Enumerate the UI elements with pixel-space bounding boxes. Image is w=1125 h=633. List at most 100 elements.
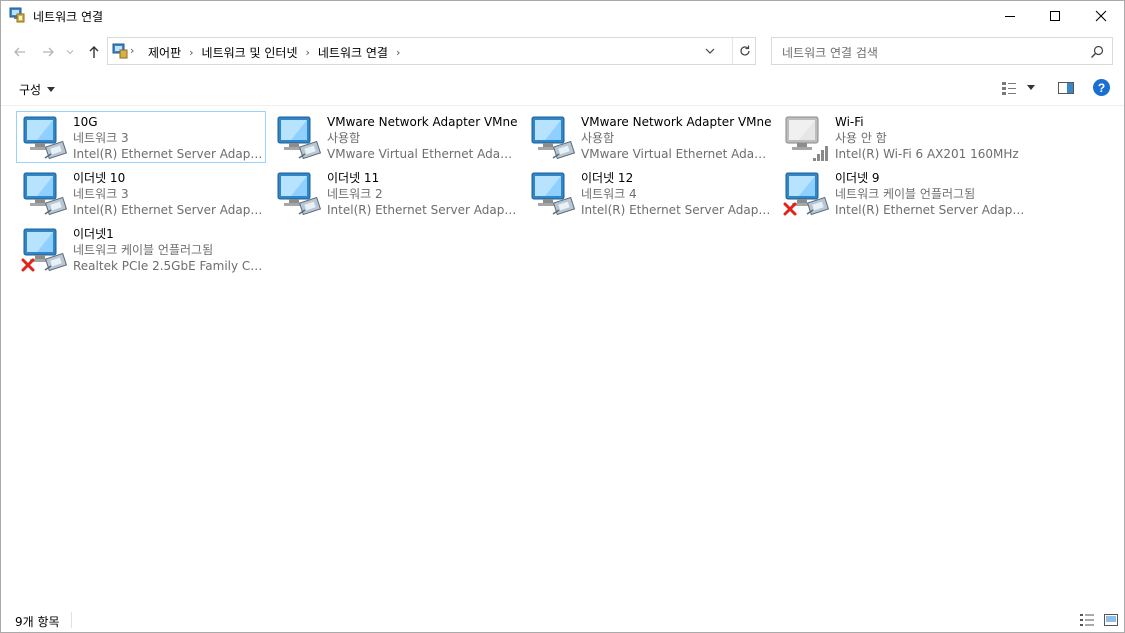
search-icon[interactable]: [1090, 45, 1104, 59]
caret-down-icon: [1027, 85, 1035, 90]
view-options-icon: [1002, 82, 1016, 95]
connection-item[interactable]: 이더넷 12 네트워크 4 Intel(R) Ethernet Server Ada…: [524, 167, 774, 219]
minimize-icon: [1005, 16, 1015, 17]
connection-name: 이더넷 10: [73, 171, 126, 185]
back-button[interactable]: [11, 43, 29, 61]
connection-item[interactable]: 이더넷 10 네트워크 3 Intel(R) Ethernet Server Ada…: [16, 167, 266, 219]
change-view-button[interactable]: [1001, 80, 1035, 96]
preview-pane-icon: [1058, 82, 1074, 94]
status-separator: [71, 612, 72, 628]
connection-status: 사용함: [581, 131, 615, 145]
recent-locations-button[interactable]: [64, 43, 76, 61]
search-box[interactable]: 네트워크 연결 검색: [771, 37, 1113, 65]
connection-item[interactable]: VMware Network Adapter VMnet8 사용함 VMware V…: [524, 111, 774, 163]
large-icons-view-icon: [1104, 614, 1118, 626]
connection-name: 이더넷 12: [581, 171, 634, 185]
connection-device: Intel(R) Ethernet Server Adapter I...: [581, 203, 771, 217]
connection-name: VMware Network Adapter VMnet1: [327, 115, 517, 129]
connection-name: 이더넷1: [73, 227, 114, 241]
connection-status: 네트워크 2: [327, 187, 383, 201]
breadcrumb-network-connections[interactable]: 네트워크 연결: [318, 44, 388, 61]
connection-device: VMware Virtual Ethernet Adapter...: [327, 147, 517, 161]
item-count: 9개 항목: [15, 615, 60, 629]
connection-text: Wi-Fi 사용 안 함 Intel(R) Wi-Fi 6 AX201 160MHz: [835, 114, 1025, 162]
connection-device: Intel(R) Ethernet Server Adapter ...: [73, 147, 263, 161]
ethernet-unplugged-icon: [783, 170, 831, 218]
connection-text: 이더넷1 네트워크 케이블 언플러그됨 Realtek PCIe 2.5GbE Fa…: [73, 226, 263, 274]
window-title: 네트워크 연결: [33, 10, 104, 24]
connection-name: 이더넷 9: [835, 171, 880, 185]
connection-item[interactable]: VMware Network Adapter VMnet1 사용함 VMware V…: [270, 111, 520, 163]
network-connections-icon: [9, 7, 25, 23]
status-bar: 9개 항목: [1, 607, 1124, 632]
title-bar[interactable]: 네트워크 연결: [1, 1, 1124, 31]
maximize-button[interactable]: [1032, 1, 1078, 31]
connection-device: Intel(R) Wi-Fi 6 AX201 160MHz: [835, 147, 1019, 161]
connection-name: Wi-Fi: [835, 115, 864, 129]
connection-status: 네트워크 케이블 언플러그됨: [73, 243, 214, 257]
large-icons-view-button[interactable]: [1103, 613, 1119, 630]
connection-text: 10G 네트워크 3 Intel(R) Ethernet Server Adapte…: [73, 114, 263, 162]
connection-text: 이더넷 12 네트워크 4 Intel(R) Ethernet Server Ada…: [581, 170, 771, 218]
connection-name: VMware Network Adapter VMnet8: [581, 115, 771, 129]
connection-text: 이더넷 10 네트워크 3 Intel(R) Ethernet Server Ada…: [73, 170, 263, 218]
breadcrumb-network-and-internet[interactable]: 네트워크 및 인터넷: [202, 44, 298, 61]
connection-text: 이더넷 11 네트워크 2 Intel(R) Ethernet Server Ada…: [327, 170, 517, 218]
address-bar[interactable]: › 제어판 › 네트워크 및 인터넷 › 네트워크 연결 ›: [107, 37, 756, 65]
breadcrumb-root-separator[interactable]: ›: [130, 44, 134, 57]
search-input[interactable]: 네트워크 연결 검색: [782, 44, 878, 61]
chevron-down-icon: [705, 48, 715, 54]
connection-name: 10G: [73, 115, 98, 129]
details-view-button[interactable]: [1079, 613, 1095, 630]
connection-item[interactable]: 이더넷1 네트워크 케이블 언플러그됨 Realtek PCIe 2.5GbE Fa…: [16, 223, 266, 275]
connection-device: Intel(R) Ethernet Server Adapter I...: [73, 203, 263, 217]
connection-item[interactable]: 이더넷 9 네트워크 케이블 언플러그됨 Intel(R) Ethernet Ser…: [778, 167, 1028, 219]
ethernet-adapter-icon: [275, 170, 323, 218]
connection-item[interactable]: 이더넷 11 네트워크 2 Intel(R) Ethernet Server Ada…: [270, 167, 520, 219]
arrow-up-icon: [89, 46, 99, 58]
arrow-right-icon: [43, 47, 54, 57]
connection-status: 네트워크 4: [581, 187, 637, 201]
breadcrumb: 제어판 › 네트워크 및 인터넷 › 네트워크 연결 ›: [148, 44, 408, 61]
wifi-adapter-icon: [783, 114, 831, 162]
connection-text: VMware Network Adapter VMnet1 사용함 VMware V…: [327, 114, 517, 162]
breadcrumb-separator[interactable]: ›: [189, 46, 193, 59]
breadcrumb-control-panel[interactable]: 제어판: [148, 44, 181, 61]
caret-down-icon: [47, 86, 56, 92]
maximize-icon: [1050, 11, 1060, 21]
connection-device: Intel(R) Ethernet Server Adapter I...: [327, 203, 517, 217]
navigation-bar: › 제어판 › 네트워크 및 인터넷 › 네트워크 연결 › 네트워크 연결 검…: [1, 35, 1124, 69]
connection-device: Intel(R) Ethernet Server Adapter I...: [835, 203, 1025, 217]
close-icon: [1095, 10, 1107, 22]
breadcrumb-separator[interactable]: ›: [396, 46, 400, 59]
refresh-button[interactable]: [732, 38, 757, 64]
command-bar: 구성 ?: [1, 71, 1124, 106]
close-button[interactable]: [1078, 1, 1124, 31]
ethernet-adapter-icon: [275, 114, 323, 162]
breadcrumb-separator[interactable]: ›: [305, 46, 309, 59]
connection-text: VMware Network Adapter VMnet8 사용함 VMware V…: [581, 114, 771, 162]
preview-pane-button[interactable]: [1057, 80, 1075, 99]
address-history-dropdown[interactable]: [704, 45, 718, 59]
connection-item[interactable]: Wi-Fi 사용 안 함 Intel(R) Wi-Fi 6 AX201 160MHz: [778, 111, 1028, 163]
refresh-icon: [740, 45, 750, 56]
connection-item[interactable]: 10G 네트워크 3 Intel(R) Ethernet Server Adapte…: [16, 111, 266, 163]
connection-status: 네트워크 케이블 언플러그됨: [835, 187, 976, 201]
connection-device: VMware Virtual Ethernet Adapter...: [581, 147, 771, 161]
details-view-icon: [1080, 614, 1094, 626]
connection-device: Realtek PCIe 2.5GbE Family Cont...: [73, 259, 263, 273]
connections-list: 10G 네트워크 3 Intel(R) Ethernet Server Adapte…: [1, 109, 1124, 509]
organize-button[interactable]: 구성: [19, 81, 56, 98]
organize-label: 구성: [19, 83, 42, 97]
connection-status: 네트워크 3: [73, 187, 129, 201]
minimize-button[interactable]: [987, 1, 1033, 31]
control-panel-icon: [112, 43, 128, 62]
network-connections-window: 네트워크 연결 › 제어판 › 네트워크 및 인터넷 › 네트워크 연결 › 네…: [0, 0, 1125, 633]
help-button[interactable]: ?: [1093, 79, 1110, 96]
connection-text: 이더넷 9 네트워크 케이블 언플러그됨 Intel(R) Ethernet Ser…: [835, 170, 1025, 218]
forward-button[interactable]: [39, 43, 57, 61]
ethernet-adapter-icon: [21, 170, 69, 218]
up-button[interactable]: [85, 43, 103, 61]
ethernet-adapter-icon: [529, 114, 577, 162]
view-toggle: [1079, 613, 1119, 630]
